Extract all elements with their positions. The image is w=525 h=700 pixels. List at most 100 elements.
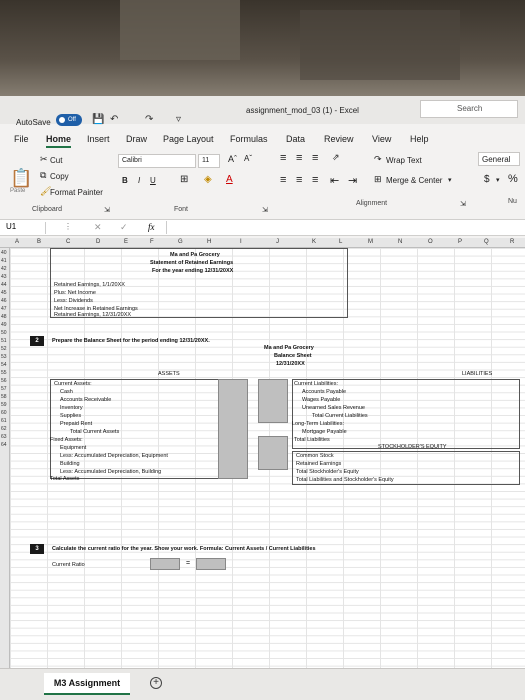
column-header[interactable]: K [312,239,316,245]
percent-button[interactable]: % [508,173,518,185]
row-header[interactable]: 51 [1,338,7,344]
formula-input[interactable] [166,221,521,234]
search-box[interactable]: Search [420,100,518,118]
column-header[interactable]: D [96,239,100,245]
dialog-launcher-icon[interactable]: ⇲ [104,206,110,214]
borders-icon[interactable]: ⊞ [180,174,188,185]
font-color-icon[interactable]: A [226,174,233,185]
column-header[interactable]: N [398,239,402,245]
align-middle-icon[interactable]: ≡ [296,152,302,164]
name-box[interactable]: U1 [6,222,46,234]
column-header[interactable]: G [178,239,183,245]
tab-draw[interactable]: Draw [126,134,147,144]
row-header[interactable]: 43 [1,274,7,280]
paste-button-label[interactable]: Paste [10,188,25,194]
worksheet-grid[interactable]: Ma and Pa Grocery Statement of Retained … [10,248,525,668]
number-format-select[interactable]: General [478,152,520,166]
column-header[interactable]: B [37,239,41,245]
underline-button[interactable]: U [150,176,156,185]
align-right-icon[interactable]: ≡ [312,174,318,186]
tab-formulas[interactable]: Formulas [230,134,268,144]
column-header[interactable]: Q [484,239,489,245]
row-header[interactable]: 50 [1,330,7,336]
row-header[interactable]: 60 [1,410,7,416]
current-ratio-result[interactable] [196,558,226,570]
current-ratio-input[interactable] [150,558,180,570]
insert-function-icon[interactable]: fx [148,222,155,232]
currency-button[interactable]: $ [484,174,490,185]
row-header[interactable]: 63 [1,434,7,440]
row-header[interactable]: 61 [1,418,7,424]
fill-color-icon[interactable]: ◈ [204,174,212,185]
autosave-toggle[interactable]: Off [56,114,82,126]
enter-icon[interactable]: ✓ [120,222,128,233]
row-header[interactable]: 47 [1,306,7,312]
tab-insert[interactable]: Insert [87,134,110,144]
chevron-down-icon[interactable]: ▾ [496,176,500,184]
column-header[interactable]: C [66,239,70,245]
row-header[interactable]: 45 [1,290,7,296]
format-painter-button[interactable]: Format Painter [50,188,103,197]
column-header[interactable]: L [339,239,342,245]
copy-icon[interactable]: ⧉ [40,170,46,181]
decrease-font-icon[interactable]: Aˇ [244,154,252,163]
save-icon[interactable]: 💾 [92,114,104,125]
align-top-icon[interactable]: ≡ [280,152,286,164]
tab-page-layout[interactable]: Page Layout [163,134,214,144]
row-header[interactable]: 48 [1,314,7,320]
row-header[interactable]: 54 [1,362,7,368]
italic-button[interactable]: I [138,176,140,185]
row-header[interactable]: 64 [1,442,7,448]
align-bottom-icon[interactable]: ≡ [312,152,318,164]
column-header[interactable]: F [150,239,154,245]
dialog-launcher-icon[interactable]: ⇲ [460,200,466,208]
font-size-select[interactable]: 11 [198,154,220,168]
scissors-icon[interactable]: ✂ [40,154,48,165]
column-header[interactable]: R [510,239,514,245]
column-header[interactable]: M [368,239,373,245]
add-sheet-icon[interactable]: + [150,677,162,689]
align-left-icon[interactable]: ≡ [280,174,286,186]
asset-input-cells[interactable] [258,379,288,423]
row-header[interactable]: 40 [1,250,7,256]
column-header[interactable]: O [428,239,433,245]
redo-icon[interactable]: ↷ [145,114,153,125]
increase-font-icon[interactable]: Aˆ [228,154,237,164]
tab-data[interactable]: Data [286,134,305,144]
column-header[interactable]: H [207,239,211,245]
font-name-select[interactable]: Calibri [118,154,196,168]
row-header[interactable]: 41 [1,258,7,264]
column-header[interactable]: I [240,239,242,245]
row-header[interactable]: 62 [1,426,7,432]
copy-button[interactable]: Copy [50,172,69,181]
paste-icon[interactable]: 📋 [10,168,32,189]
row-header[interactable]: 55 [1,370,7,376]
row-header[interactable]: 42 [1,266,7,272]
more-options-icon[interactable]: ⋮ [64,222,72,231]
orientation-icon[interactable]: ⇗ [332,152,340,163]
customize-quick-access-icon[interactable]: ▿ [176,114,181,125]
column-header[interactable]: P [458,239,462,245]
row-header[interactable]: 46 [1,298,7,304]
sheet-tab-m3-assignment[interactable]: M3 Assignment [44,673,130,695]
dialog-launcher-icon[interactable]: ⇲ [262,206,268,214]
row-header[interactable]: 59 [1,402,7,408]
chevron-down-icon[interactable]: ▾ [448,176,452,184]
column-header[interactable]: E [124,239,128,245]
row-header[interactable]: 53 [1,354,7,360]
cancel-icon[interactable]: ✕ [94,222,102,233]
tab-view[interactable]: View [372,134,391,144]
decrease-indent-icon[interactable]: ⇤ [330,174,339,187]
row-header[interactable]: 57 [1,386,7,392]
tab-file[interactable]: File [14,134,29,144]
asset-input-cells[interactable] [218,379,248,479]
row-header[interactable]: 52 [1,346,7,352]
cut-button[interactable]: Cut [50,156,62,165]
tab-review[interactable]: Review [324,134,354,144]
asset-input-cells[interactable] [258,436,288,470]
wrap-text-icon[interactable]: ↷ [374,154,382,165]
merge-center-icon[interactable]: ⊞ [374,174,382,185]
align-center-icon[interactable]: ≡ [296,174,302,186]
row-header[interactable]: 49 [1,322,7,328]
column-header[interactable]: J [276,239,279,245]
